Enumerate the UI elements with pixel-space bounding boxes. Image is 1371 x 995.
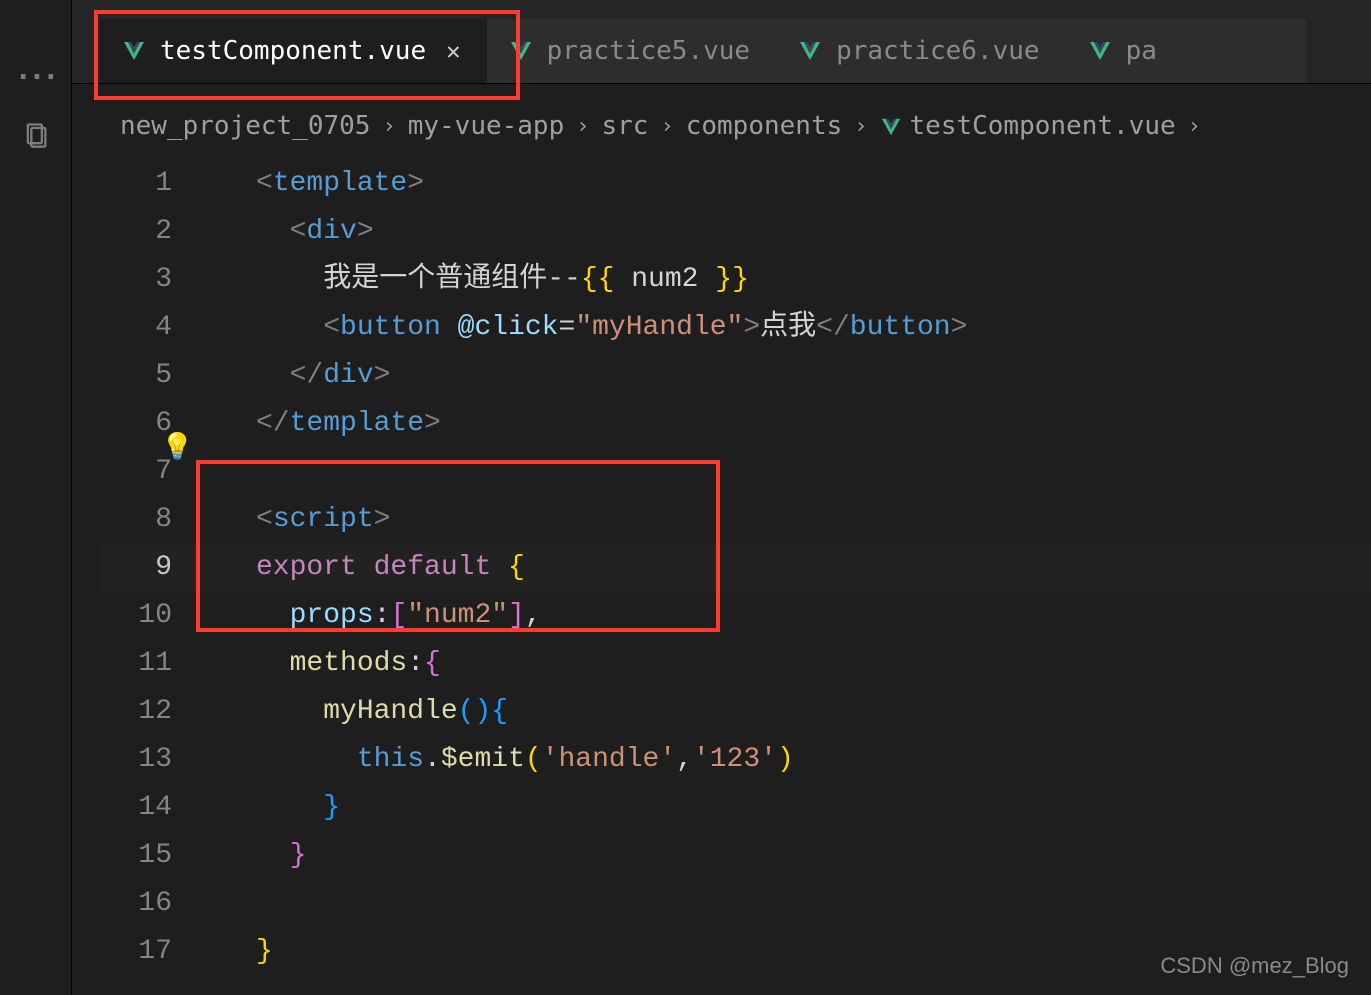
code-line[interactable]: 17} xyxy=(100,928,1371,976)
chevron-right-icon: › xyxy=(572,114,593,139)
code-content: this.$emit('handle','123') xyxy=(208,736,794,784)
code-content xyxy=(208,880,256,928)
annotation-box xyxy=(200,464,716,628)
code-content: <div> xyxy=(208,208,374,256)
breadcrumb-seg[interactable]: components xyxy=(686,111,843,141)
code-content: <button @click="myHandle">点我</button> xyxy=(208,304,967,352)
code-content: myHandle(){ xyxy=(208,688,508,736)
chevron-right-icon: › xyxy=(656,114,677,139)
breadcrumb-seg[interactable]: src xyxy=(602,111,649,141)
annotation-box xyxy=(98,14,516,96)
tab-label: pa xyxy=(1126,36,1157,66)
line-number: 5 xyxy=(100,352,208,400)
tab-label: practice5.vue xyxy=(547,36,751,66)
code-line[interactable]: 3 我是一个普通组件--{{ num2 }} xyxy=(100,256,1371,304)
editor-tab[interactable]: pa xyxy=(1066,19,1306,83)
line-number: 10 xyxy=(100,592,208,640)
code-content: 我是一个普通组件--{{ num2 }} xyxy=(208,256,749,304)
line-number: 17 xyxy=(100,928,208,976)
line-number: 8 xyxy=(100,496,208,544)
line-number: 12 xyxy=(100,688,208,736)
code-content: methods:{ xyxy=(208,640,441,688)
code-line[interactable]: 14 } xyxy=(100,784,1371,832)
code-line[interactable]: 1<template> xyxy=(100,160,1371,208)
code-line[interactable]: 4 <button @click="myHandle">点我</button> xyxy=(100,304,1371,352)
line-number: 13 xyxy=(100,736,208,784)
line-number: 3 xyxy=(100,256,208,304)
chevron-right-icon: › xyxy=(1184,114,1205,139)
more-icon[interactable]: ··· xyxy=(15,60,57,93)
code-line[interactable]: 16 xyxy=(100,880,1371,928)
code-content: </div> xyxy=(208,352,390,400)
tab-label: practice6.vue xyxy=(836,36,1040,66)
activity-bar: ··· xyxy=(0,0,72,995)
code-content: } xyxy=(208,784,340,832)
line-number: 4 xyxy=(100,304,208,352)
code-line[interactable]: 12 myHandle(){ xyxy=(100,688,1371,736)
line-number: 2 xyxy=(100,208,208,256)
code-line[interactable]: 6</template> xyxy=(100,400,1371,448)
breadcrumb-seg[interactable]: testComponent.vue xyxy=(910,111,1176,141)
vue-icon xyxy=(880,111,902,141)
vue-icon xyxy=(798,39,822,63)
vue-icon xyxy=(1088,39,1112,63)
chevron-right-icon: › xyxy=(850,114,871,139)
code-content: } xyxy=(208,832,306,880)
editor-tab[interactable]: practice5.vue xyxy=(487,19,777,83)
code-line[interactable]: 2 <div> xyxy=(100,208,1371,256)
line-number: 15 xyxy=(100,832,208,880)
line-number: 16 xyxy=(100,880,208,928)
breadcrumb: new_project_0705 › my-vue-app › src › co… xyxy=(120,100,1371,152)
code-content: </template> xyxy=(208,400,441,448)
line-number: 1 xyxy=(100,160,208,208)
code-line[interactable]: 13 this.$emit('handle','123') xyxy=(100,736,1371,784)
chevron-right-icon: › xyxy=(378,114,399,139)
code-content: } xyxy=(208,928,273,976)
line-number: 9 xyxy=(100,544,208,592)
lightbulb-icon[interactable]: 💡 xyxy=(161,432,193,462)
code-line[interactable]: 15 } xyxy=(100,832,1371,880)
editor-tab[interactable]: practice6.vue xyxy=(776,19,1066,83)
code-line[interactable]: 5 </div> xyxy=(100,352,1371,400)
code-content: <template> xyxy=(208,160,424,208)
breadcrumb-seg[interactable]: new_project_0705 xyxy=(120,111,370,141)
code-line[interactable]: 11 methods:{ xyxy=(100,640,1371,688)
line-number: 14 xyxy=(100,784,208,832)
line-number: 11 xyxy=(100,640,208,688)
explorer-icon[interactable] xyxy=(22,121,50,149)
breadcrumb-seg[interactable]: my-vue-app xyxy=(408,111,565,141)
